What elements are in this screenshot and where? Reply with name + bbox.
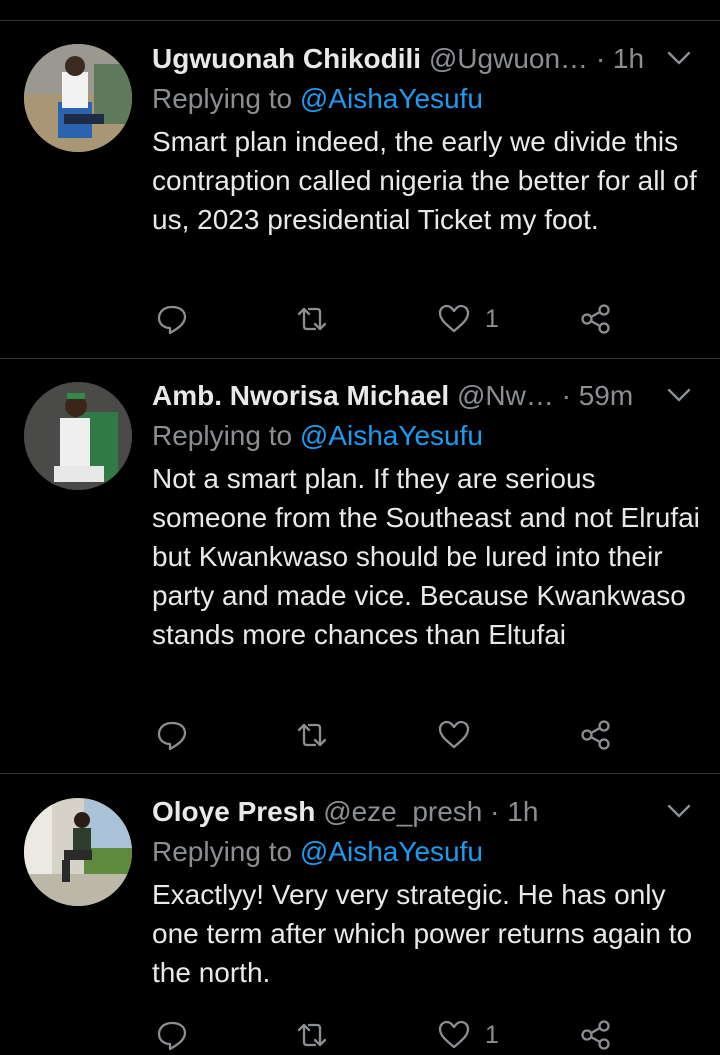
timestamp[interactable]: 1h	[613, 43, 644, 74]
separator-dot: ·	[595, 43, 606, 74]
avatar-photo-3	[24, 798, 132, 906]
replying-to-line: Replying to @AishaYesufu	[152, 417, 483, 455]
reply-icon	[157, 1021, 187, 1051]
mention-link[interactable]: @AishaYesufu	[300, 836, 483, 867]
tweet-3[interactable]: Oloye Presh @eze_presh · 1h Replying to …	[0, 793, 720, 1051]
tweet-header: Amb. Nworisa Michael @Nw… · 59m	[152, 377, 692, 415]
heart-icon	[438, 720, 470, 749]
replying-to-label: Replying to	[152, 83, 293, 114]
retweet-button[interactable]	[295, 299, 329, 339]
avatar[interactable]	[24, 798, 132, 906]
heart-icon	[438, 1020, 470, 1049]
tweet-actions: 1	[152, 1015, 622, 1055]
like-count: 1	[485, 304, 499, 333]
separator-dot: ·	[490, 796, 500, 827]
reply-button[interactable]	[155, 299, 189, 339]
author-name[interactable]: Ugwuonah Chikodili	[152, 43, 421, 74]
tweet-header: Oloye Presh @eze_presh · 1h	[152, 793, 692, 831]
timestamp[interactable]: 59m	[579, 380, 633, 411]
top-divider	[0, 20, 720, 21]
like-button[interactable]: 1	[437, 299, 499, 339]
retweet-icon	[297, 723, 327, 747]
chevron-down-icon[interactable]	[666, 801, 692, 821]
reply-icon	[157, 305, 187, 335]
like-button[interactable]: 1	[437, 1015, 499, 1055]
tweet-2[interactable]: Amb. Nworisa Michael @Nw… · 59m Replying…	[0, 377, 720, 775]
replying-to-line: Replying to @AishaYesufu	[152, 833, 483, 871]
tweet-text: Smart plan indeed, the early we divide t…	[152, 126, 697, 235]
tweet-actions: 1	[152, 299, 622, 339]
tweet-divider	[0, 773, 720, 774]
mention-link[interactable]: @AishaYesufu	[300, 83, 483, 114]
avatar[interactable]	[24, 382, 132, 490]
chevron-down-icon[interactable]	[666, 385, 692, 405]
share-button[interactable]	[578, 1015, 612, 1055]
timestamp[interactable]: 1h	[507, 796, 538, 827]
author-name[interactable]: Amb. Nworisa Michael	[152, 380, 449, 411]
separator-dot: ·	[561, 380, 571, 411]
author-handle[interactable]: @Nw…	[457, 380, 554, 411]
retweet-button[interactable]	[295, 715, 329, 755]
share-button[interactable]	[578, 299, 612, 339]
share-icon	[581, 720, 610, 750]
replying-to-line: Replying to @AishaYesufu	[152, 80, 483, 118]
tweet-text: Exactlyy! Very very strategic. He has on…	[152, 879, 693, 988]
retweet-icon	[297, 1023, 327, 1047]
author-handle[interactable]: @Ugwuon…	[429, 43, 588, 74]
retweet-button[interactable]	[295, 1015, 329, 1055]
tweet-actions	[152, 715, 622, 755]
author-name[interactable]: Oloye Presh	[152, 796, 315, 827]
reply-icon	[157, 721, 187, 751]
share-button[interactable]	[578, 715, 612, 755]
avatar-photo-1	[24, 44, 132, 152]
retweet-icon	[297, 307, 327, 331]
reply-button[interactable]	[155, 715, 189, 755]
chevron-down-icon[interactable]	[666, 48, 692, 68]
like-count: 1	[485, 1020, 499, 1049]
tweet-divider	[0, 358, 720, 359]
replying-to-label: Replying to	[152, 836, 293, 867]
like-button[interactable]	[437, 715, 485, 755]
tweet-header: Ugwuonah Chikodili @Ugwuon… · 1h	[152, 40, 692, 78]
tweet-1[interactable]: Ugwuonah Chikodili @Ugwuon… · 1h Replyin…	[0, 40, 720, 360]
share-icon	[581, 304, 610, 334]
share-icon	[581, 1020, 610, 1050]
tweet-text: Not a smart plan. If they are serious so…	[152, 463, 700, 650]
reply-button[interactable]	[155, 1015, 189, 1055]
replying-to-label: Replying to	[152, 420, 293, 451]
author-handle[interactable]: @eze_presh	[323, 796, 482, 827]
avatar[interactable]	[24, 44, 132, 152]
heart-icon	[438, 304, 470, 333]
avatar-photo-2	[24, 382, 132, 490]
mention-link[interactable]: @AishaYesufu	[300, 420, 483, 451]
